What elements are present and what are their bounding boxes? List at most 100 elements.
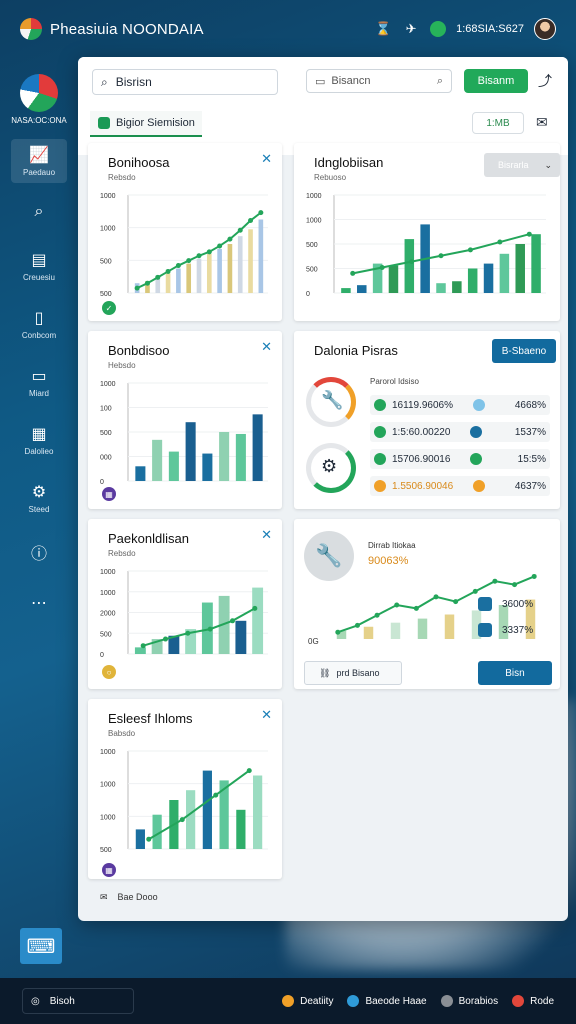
axis-tick: 0G [308, 637, 319, 646]
kpi-button[interactable]: B-Sbaeno [492, 339, 556, 363]
sidebar-item-label: Dalolieo [24, 447, 54, 456]
y-tick-label: 000 [100, 455, 112, 462]
bar [258, 219, 264, 293]
kpi-dot [374, 426, 386, 438]
line-point [526, 231, 532, 237]
series-line [148, 769, 250, 841]
status-icon[interactable] [430, 21, 447, 37]
y-tick-label: 500 [100, 258, 112, 265]
line-point [165, 268, 171, 274]
secondary-button[interactable]: ⛓ prd Bisano [304, 661, 402, 685]
hourglass-icon[interactable]: ⌛ [374, 20, 392, 38]
kpi-row[interactable]: 1.5506.90046 4637% [370, 476, 550, 496]
monitor-icon: ▭ [31, 368, 47, 385]
line-point [413, 605, 419, 611]
kpi-dot [374, 453, 386, 465]
bar [135, 829, 145, 849]
chart-card-7: Esleesf Ihloms ✕ Babsdo 1000 1000 1000 500 … [88, 699, 282, 879]
line-point [335, 629, 341, 635]
close-icon[interactable]: ✕ [261, 339, 272, 355]
status-right: Deatiity Baeode Haae Borabios Rode [282, 995, 554, 1007]
message-icon[interactable]: ✉ [536, 114, 548, 131]
status-item[interactable]: Rode [512, 995, 554, 1007]
primary-action-button[interactable]: Bisn [478, 661, 552, 685]
chart-card-2: Idnglobiisan Bisrarla ⌄ Rebuoso 1000 1000 5… [294, 143, 560, 321]
kpi-row[interactable]: 16119.9606% 4668% [370, 395, 550, 415]
close-icon[interactable]: ✕ [261, 527, 272, 543]
sidebar-item-dashboard[interactable]: 📈 Paedauo [11, 139, 67, 183]
sidebar-item-monitor[interactable]: ▭ Miard [11, 360, 67, 404]
line-point [467, 247, 473, 253]
bar [252, 587, 264, 654]
line-point [185, 630, 191, 636]
search-icon: ⌕ [101, 74, 108, 89]
line-point [155, 274, 161, 280]
line-point [186, 258, 192, 264]
kpi-dot [374, 399, 386, 411]
line-point [146, 836, 152, 842]
secondary-search-input[interactable]: ▭ Bisancn ⌕ [306, 69, 452, 93]
primary-button[interactable]: Bisanm [464, 69, 528, 93]
y-tick-label: 500 [306, 267, 318, 274]
chart-card-5: Paekonldlisan ✕ Rebsdo 1000 1000 2000 500 0 … [88, 519, 282, 689]
line-point [227, 236, 233, 242]
kpi-value: 1537% [514, 426, 546, 438]
status-item[interactable]: Deatiity [282, 995, 333, 1007]
y-tick-label: 1000 [100, 814, 116, 821]
top-value: 1:68SIA:S627 [456, 23, 524, 35]
sidebar-item-files[interactable]: ▯ Conbcom [11, 302, 67, 346]
table-icon: ▦ [31, 426, 47, 443]
sidebar-item-label: Miard [28, 389, 49, 398]
y-tick-label: 1000 [100, 782, 116, 789]
line-point [134, 285, 140, 291]
status-item[interactable]: Borabios [440, 995, 498, 1007]
status-item[interactable]: Baeode Haae [347, 995, 427, 1007]
search-input[interactable]: ⌕ Bisrisn [92, 69, 278, 95]
wind-icon[interactable]: ✈ [402, 20, 420, 38]
sidebar-item-table[interactable]: ▦ Dalolieo [11, 418, 67, 462]
y-tick-label: 500 [306, 242, 318, 249]
line-point [433, 594, 439, 600]
sidebar-item-search[interactable]: ⌕ [11, 197, 67, 230]
share-icon[interactable]: ⤴ [538, 71, 552, 91]
kpi-row[interactable]: 1:5:60.00220 1537% [370, 422, 550, 442]
file-icon: ▯ [34, 310, 44, 327]
bar [219, 432, 230, 481]
kpi-row[interactable]: 15706.90016 15:5% [370, 449, 550, 469]
close-icon[interactable]: ✕ [261, 707, 272, 723]
bar [404, 239, 415, 293]
panel-footer[interactable]: ✉ Bae Dooo [88, 885, 282, 909]
status-dot [512, 995, 525, 1007]
tab-overview[interactable]: Bigior Siemision [90, 111, 202, 137]
bar [417, 618, 428, 639]
avatar[interactable] [534, 18, 556, 40]
status-label: Baeode Haae [365, 995, 427, 1007]
sidebar-item-info[interactable]: ⓘ [11, 534, 67, 573]
sidebar-item-grid[interactable]: ▤ Creuesiu [11, 244, 67, 288]
kpi-dot [374, 480, 386, 492]
kpi-text: 15706.90016 [392, 453, 451, 465]
sidebar-logo-text: NASA:OC:ONA [11, 116, 67, 125]
bar [253, 775, 263, 849]
line-point [217, 243, 223, 249]
badge-icon: ▦ [102, 863, 116, 877]
status-left[interactable]: ◎ Bisoh [22, 988, 134, 1014]
info-icon: ⓘ [30, 546, 47, 563]
y-tick-label: 500 [100, 847, 112, 854]
status-bar: ◎ Bisoh Deatiity Baeode Haae Borabios Ro… [0, 978, 576, 1024]
line-point [206, 249, 212, 255]
keyboard-icon[interactable]: ⌨ [20, 928, 62, 964]
close-icon[interactable]: ✕ [261, 151, 272, 167]
trend-stat: 3337% [478, 623, 533, 637]
filter-pill[interactable]: 1:MB [472, 112, 524, 134]
bar [235, 620, 247, 654]
sidebar-item-settings[interactable]: ⚙ Steed [11, 476, 67, 520]
y-tick-label: 1000 [100, 569, 116, 576]
bar-chart: 10001005000000 [100, 381, 268, 486]
chart-icon: 📈 [29, 147, 49, 164]
mail-icon: ✉ [100, 891, 108, 902]
trend-card: 🔧 Dirrab Itiokaa 90063% 0G 3600% 3337% ⛓… [294, 519, 560, 689]
trend-stat: 3600% [478, 597, 533, 611]
sidebar-item-more[interactable]: ⋯ [11, 587, 67, 622]
line-point [179, 817, 185, 823]
